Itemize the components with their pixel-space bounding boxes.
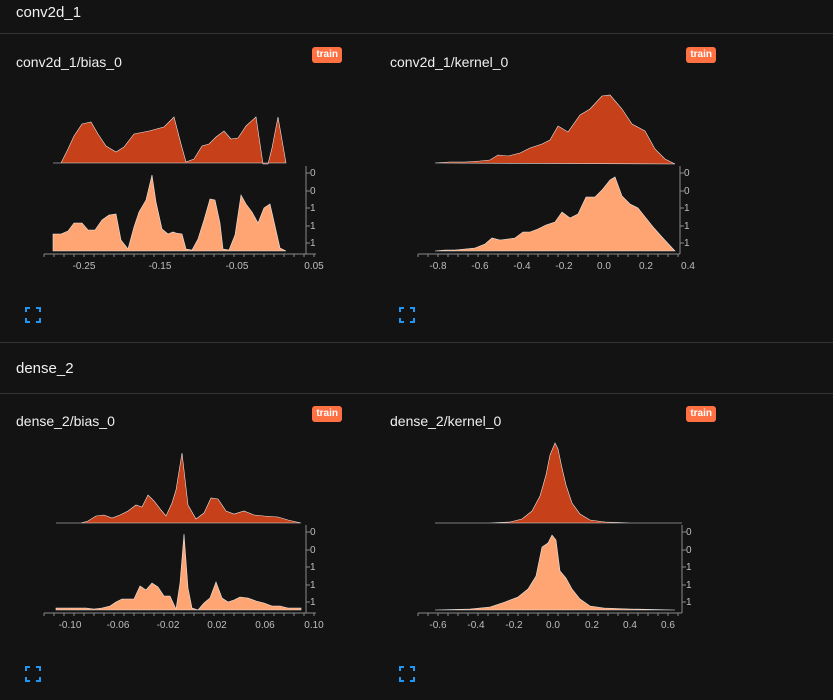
x-tick-label: -0.05 (226, 261, 249, 272)
card-title: conv2d_1/bias_0 (16, 54, 122, 70)
x-tick-label: 0.10 (304, 620, 324, 631)
histogram-card: conv2d_1/kernel_0 train 0 0 1 1 1 -0.8 -… (390, 47, 730, 323)
section-title: conv2d_1 (16, 4, 82, 21)
x-tick-label: 0.2 (639, 261, 653, 272)
x-tick-label: -0.2 (505, 620, 523, 631)
y-tick-label: 0 (310, 168, 316, 179)
histogram-card: conv2d_1/bias_0 train 0 0 1 1 1 -0.25 -0… (16, 47, 356, 323)
histogram-slice-early (56, 452, 302, 524)
histogram-slice-late (434, 534, 676, 611)
y-tick-label: 1 (310, 562, 316, 573)
x-tick-label: 0.02 (207, 620, 227, 631)
y-tick-label: 1 (310, 580, 316, 591)
y-tick-label: 1 (686, 597, 692, 608)
histogram-chart: 0 0 1 1 1 -0.6 -0.4 -0.2 0.0 0.2 0.4 0.6 (417, 442, 692, 631)
run-badge: train (312, 406, 342, 422)
card-title: dense_2/bias_0 (16, 413, 115, 429)
y-tick-label: 1 (686, 562, 692, 573)
x-tick-label: 0.0 (546, 620, 560, 631)
x-tick-label: 0.2 (585, 620, 599, 631)
y-tick-label: 0 (310, 527, 316, 538)
run-badge: train (686, 47, 716, 63)
y-tick-label: 1 (310, 221, 316, 232)
x-tick-label: -0.25 (73, 261, 96, 272)
x-tick-label: -0.02 (157, 620, 180, 631)
y-tick-label: 1 (310, 203, 316, 214)
histogram-chart: 0 0 1 1 1 -0.8 -0.6 -0.4 -0.2 0.0 0.2 0.… (417, 94, 695, 272)
y-tick-label: 0 (684, 168, 690, 179)
x-tick-label: -0.4 (467, 620, 485, 631)
fullscreen-expand-icon[interactable] (24, 635, 42, 682)
x-tick-label: 0.6 (661, 620, 675, 631)
x-tick-label: 0.06 (255, 620, 275, 631)
histogram-chart: 0 0 1 1 1 -0.25 -0.15 -0.05 0.05 (43, 116, 324, 272)
card-title: conv2d_1/kernel_0 (390, 54, 509, 70)
histogram-slice-late (55, 533, 302, 611)
y-tick-label: 1 (684, 221, 690, 232)
x-tick-label: 0.0 (597, 261, 611, 272)
histogram-slice-early (53, 116, 287, 165)
fullscreen-expand-icon[interactable] (398, 635, 416, 682)
section-header-conv2d-1[interactable]: conv2d_1 (0, 0, 833, 34)
histogram-card: dense_2/bias_0 train 0 0 1 1 1 -0.10 -0.… (16, 406, 356, 682)
histogram-chart: 0 0 1 1 1 -0.10 -0.06 -0.02 0.02 0.06 0.… (43, 452, 324, 631)
y-tick-label: 0 (686, 545, 692, 556)
fullscreen-expand-icon[interactable] (398, 276, 416, 323)
histogram-slice-late (434, 176, 676, 252)
y-tick-label: 1 (310, 238, 316, 249)
y-tick-label: 0 (684, 186, 690, 197)
y-tick-label: 1 (686, 580, 692, 591)
x-tick-label: -0.6 (471, 261, 489, 272)
x-tick-label: -0.6 (429, 620, 447, 631)
x-tick-label: -0.15 (149, 261, 172, 272)
x-tick-label: 0.05 (304, 261, 324, 272)
y-tick-label: 0 (310, 186, 316, 197)
histogram-slice-early (434, 94, 676, 165)
y-tick-label: 1 (310, 597, 316, 608)
x-tick-label: 0.4 (681, 261, 695, 272)
section-header-dense-2[interactable]: dense_2 (0, 343, 833, 394)
x-tick-label: -0.8 (429, 261, 447, 272)
run-badge: train (686, 406, 716, 422)
x-tick-label: -0.06 (107, 620, 130, 631)
y-tick-label: 0 (310, 545, 316, 556)
histogram-slice-late (52, 174, 287, 252)
y-tick-label: 1 (684, 203, 690, 214)
x-tick-label: -0.2 (555, 261, 573, 272)
x-tick-label: -0.10 (59, 620, 82, 631)
x-tick-label: -0.4 (513, 261, 531, 272)
histogram-slice-early (435, 442, 682, 524)
card-title: dense_2/kernel_0 (390, 413, 502, 429)
fullscreen-expand-icon[interactable] (24, 276, 42, 323)
x-tick-label: 0.4 (623, 620, 637, 631)
section-title: dense_2 (16, 360, 74, 377)
run-badge: train (312, 47, 342, 63)
y-tick-label: 1 (684, 238, 690, 249)
y-tick-label: 0 (686, 527, 692, 538)
histogram-card: dense_2/kernel_0 train 0 0 1 1 1 -0.6 -0… (390, 406, 730, 682)
